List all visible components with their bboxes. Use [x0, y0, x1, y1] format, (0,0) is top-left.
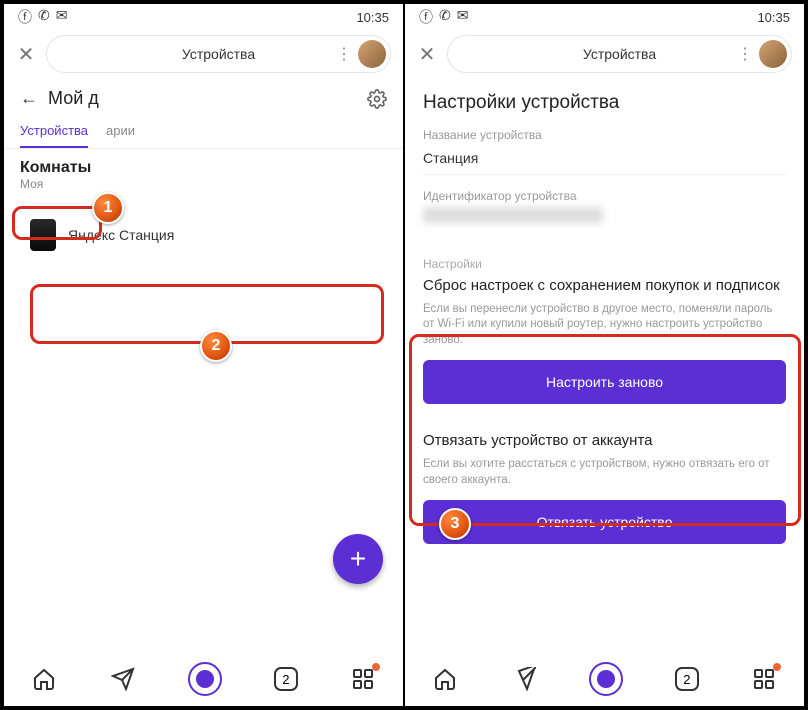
back-icon[interactable]: ← [20, 88, 38, 109]
id-value-redacted [423, 207, 603, 223]
home-icon[interactable] [30, 665, 58, 693]
device-label: Яндекс Станция [68, 227, 174, 243]
plus-icon: + [350, 543, 366, 575]
annotation-marker-1: 1 [92, 192, 124, 224]
tab-scenarios[interactable]: арии [106, 115, 135, 148]
search-pill[interactable]: Устройства ⋮ [447, 35, 792, 73]
apps-icon[interactable] [750, 665, 778, 693]
speaker-icon [30, 219, 56, 251]
mail-icon: ✉ [56, 7, 68, 27]
close-icon[interactable]: ✕ [16, 42, 36, 67]
reset-desc: Если вы перенесли устройство в другое ме… [423, 302, 786, 349]
alice-icon[interactable] [589, 662, 623, 696]
bottom-nav: 2 [4, 652, 403, 706]
rooms-label: Комнаты [4, 149, 403, 177]
home-icon[interactable] [431, 665, 459, 693]
name-value[interactable]: Станция [423, 146, 786, 175]
search-title: Устройства [182, 46, 255, 62]
settings-label: Настройки [423, 257, 786, 271]
section-title: Мой д [48, 88, 357, 109]
send-icon[interactable] [510, 665, 538, 693]
reset-section: Настройки Сброс настроек с сохранением п… [405, 247, 804, 416]
tabs: Устройства арии [4, 115, 403, 149]
close-icon[interactable]: ✕ [417, 42, 437, 67]
search-title: Устройства [583, 46, 656, 62]
unlink-title: Отвязать устройство от аккаунта [423, 432, 786, 451]
header: ✕ Устройства ⋮ [405, 30, 804, 78]
clock: 10:35 [757, 10, 790, 25]
field-device-id: Идентификатор устройства [405, 185, 804, 233]
tab-devices[interactable]: Устройства [20, 115, 88, 148]
facebook-icon: ⓕ [18, 7, 32, 27]
unlink-button[interactable]: Отвязать устройство [423, 500, 786, 544]
gear-icon[interactable] [367, 89, 387, 109]
whatsapp-icon: ✆ [439, 7, 451, 27]
header: ✕ Устройства ⋮ [4, 30, 403, 78]
device-row-yandex-station[interactable]: Яндекс Станция [14, 205, 393, 265]
page-title: Настройки устройства [405, 78, 804, 124]
search-pill[interactable]: Устройства ⋮ [46, 35, 391, 73]
add-button[interactable]: + [333, 534, 383, 584]
reset-title: Сброс настроек с сохранением покупок и п… [423, 277, 786, 296]
facebook-icon: ⓕ [419, 7, 433, 27]
reset-button[interactable]: Настроить заново [423, 360, 786, 404]
annotation-marker-3: 3 [439, 508, 471, 540]
notification-dot-icon [372, 663, 380, 671]
tabs-count[interactable]: 2 [274, 667, 298, 691]
whatsapp-icon: ✆ [38, 7, 50, 27]
phone-right: ⓕ ✆ ✉ 10:35 ✕ Устройства ⋮ Настройки уст… [405, 4, 804, 706]
apps-icon[interactable] [349, 665, 377, 693]
clock: 10:35 [356, 10, 389, 25]
rooms-sub: Моя [4, 177, 403, 199]
alice-icon[interactable] [188, 662, 222, 696]
mail-icon: ✉ [457, 7, 469, 27]
field-device-name: Название устройства Станция [405, 124, 804, 185]
name-label: Название устройства [423, 128, 786, 142]
id-label: Идентификатор устройства [423, 189, 786, 203]
send-icon[interactable] [109, 665, 137, 693]
status-bar: ⓕ ✆ ✉ 10:35 [4, 4, 403, 30]
status-bar: ⓕ ✆ ✉ 10:35 [405, 4, 804, 30]
avatar[interactable] [358, 40, 386, 68]
phone-left: ⓕ ✆ ✉ 10:35 ✕ Устройства ⋮ ← Мой д Устро… [4, 4, 403, 706]
unlink-desc: Если вы хотите расстаться с устройством,… [423, 457, 786, 488]
annotation-marker-2: 2 [200, 330, 232, 362]
avatar[interactable] [759, 40, 787, 68]
notification-dot-icon [773, 663, 781, 671]
more-icon[interactable]: ⋮ [336, 44, 352, 64]
tabs-count[interactable]: 2 [675, 667, 699, 691]
bottom-nav: 2 [405, 652, 804, 706]
more-icon[interactable]: ⋮ [737, 44, 753, 64]
section-header: ← Мой д [4, 78, 403, 115]
